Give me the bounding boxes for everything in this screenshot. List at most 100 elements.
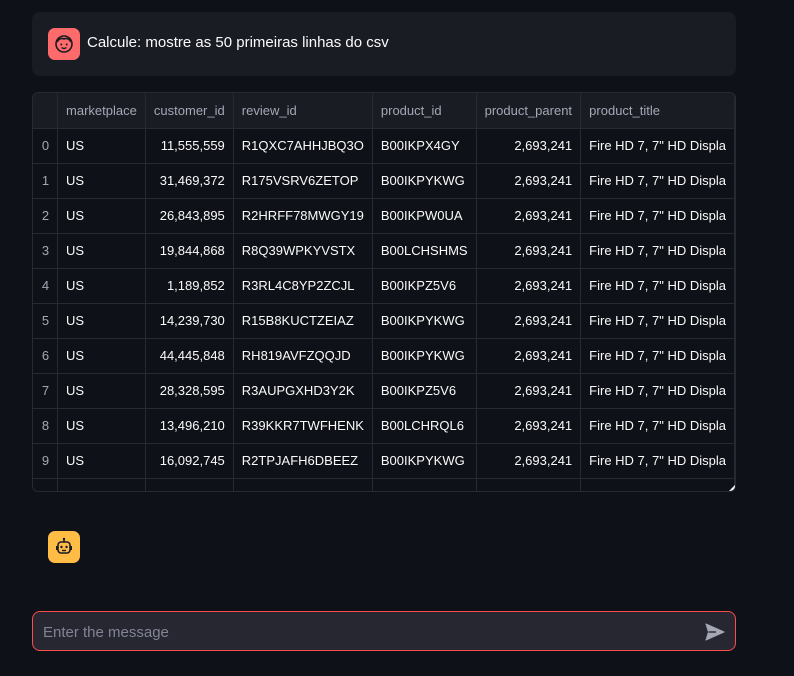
table-cell[interactable]: 28,328,595 [145,373,234,409]
table-cell[interactable]: B00IKPYKWG [372,303,477,339]
table-cell[interactable]: Fire HD 7, 7" HD Displa [580,233,735,269]
column-header-marketplace[interactable]: marketplace [57,93,146,129]
table-cell[interactable]: B00LCHRQL6 [372,408,477,444]
column-header-product-id[interactable]: product_id [372,93,477,129]
table-cell[interactable]: 2,693,241 [476,198,582,234]
table-cell [57,478,146,491]
table-cell[interactable]: 13,496,210 [145,408,234,444]
table-cell[interactable]: Fire HD 7, 7" HD Displa [580,163,735,199]
table-row: 5 US 14,239,730 R15B8KUCTZEIAZ B00IKPYKWG 2,6… [33,303,735,339]
chat-input-container [32,611,736,652]
table-cell[interactable]: 31,469,372 [145,163,234,199]
table-cell[interactable]: 2,693,241 [476,233,582,269]
table-cell[interactable]: R8Q39WPKYVSTX [233,233,373,269]
table-cell[interactable]: Fire HD 7, 7" HD Displa [580,303,735,339]
table-cell[interactable]: 2,693,241 [476,408,582,444]
table-cell[interactable]: 26,843,895 [145,198,234,234]
column-header-customer-id[interactable]: customer_id [145,93,234,129]
table-row: 8 US 13,496,210 R39KKR7TWFHENK B00LCHRQL6 2,6… [33,408,735,444]
table-cell[interactable]: Fire HD 7, 7" HD Displa [580,373,735,409]
send-button[interactable] [705,622,725,642]
table-cell[interactable]: Fire HD 7, 7" HD Displa [580,128,735,164]
table-cell[interactable]: B00IKPZ5V6 [372,373,477,409]
table-cell[interactable]: R2TPJAFH6DBEEZ [233,443,373,479]
table-cell[interactable]: US [57,303,146,339]
chat-input[interactable] [41,612,685,652]
row-index-cell[interactable]: 1 [33,163,59,199]
table-cell[interactable]: 2,693,241 [476,303,582,339]
table-cell [476,478,582,491]
table-row: 0 US 11,555,559 R1QXC7AHHJBQ3O B00IKPX4GY 2,6… [33,128,735,164]
table-cell [372,478,477,491]
table-header-row: marketplace customer_id review_id product_i… [33,93,735,129]
user-avatar [48,28,80,60]
table-cell[interactable]: R39KKR7TWFHENK [233,408,373,444]
table-cell[interactable]: 2,693,241 [476,128,582,164]
table-cell[interactable]: 2,693,241 [476,163,582,199]
row-index-cell[interactable]: 3 [33,233,59,269]
table-cell [580,478,735,491]
table-cell[interactable]: 16,092,745 [145,443,234,479]
table-cell[interactable]: US [57,163,146,199]
table-cell[interactable]: 2,693,241 [476,443,582,479]
table-cell[interactable]: 2,693,241 [476,268,582,304]
index-header[interactable] [33,93,59,129]
row-index-cell[interactable]: 5 [33,303,59,339]
table-cell[interactable]: 1,189,852 [145,268,234,304]
table-cell[interactable]: RH819AVFZQQJD [233,338,373,374]
row-index-cell[interactable]: 9 [33,443,59,479]
table-cell[interactable]: 11,555,559 [145,128,234,164]
table-cell[interactable]: US [57,268,146,304]
table-cell[interactable]: R175VSRV6ZETOP [233,163,373,199]
table-cell[interactable]: 19,844,868 [145,233,234,269]
table-row: 7 US 28,328,595 R3AUPGXHD3Y2K B00IKPZ5V6 2,69… [33,373,735,409]
table-cell[interactable]: US [57,198,146,234]
table-cell[interactable]: 14,239,730 [145,303,234,339]
table-cell[interactable]: B00IKPW0UA [372,198,477,234]
table-cell[interactable]: R3RL4C8YP2ZCJL [233,268,373,304]
table-row: 1 US 31,469,372 R175VSRV6ZETOP B00IKPYKWG 2,6… [33,163,735,199]
table-cell[interactable]: US [57,128,146,164]
row-index-cell[interactable]: 4 [33,268,59,304]
table-cell[interactable]: B00IKPX4GY [372,128,477,164]
table-cell[interactable]: US [57,408,146,444]
assistant-avatar [48,531,80,563]
column-header-review-id[interactable]: review_id [233,93,373,129]
table-cell[interactable]: US [57,373,146,409]
column-header-product-title[interactable]: product_title [580,93,735,129]
table-cell[interactable]: 44,445,848 [145,338,234,374]
table-cell[interactable]: Fire HD 7, 7" HD Displa [580,443,735,479]
table-cell[interactable]: R2HRFF78MWGY19 [233,198,373,234]
table-cell [33,478,59,491]
table-cell[interactable]: US [57,443,146,479]
table-cell[interactable]: B00LCHSHMS [372,233,477,269]
table-row: 2 US 26,843,895 R2HRFF78MWGY19 B00IKPW0UA 2,6… [33,198,735,234]
table-cell[interactable]: US [57,338,146,374]
table-cell [145,478,234,491]
table-cell[interactable]: R1QXC7AHHJBQ3O [233,128,373,164]
row-index-cell[interactable]: 0 [33,128,59,164]
table-cell[interactable]: B00IKPYKWG [372,163,477,199]
table-cell[interactable]: 2,693,241 [476,338,582,374]
row-index-cell[interactable]: 2 [33,198,59,234]
row-index-cell[interactable]: 6 [33,338,59,374]
user-message-text: Calcule: mostre as 50 primeiras linhas d… [87,34,389,51]
table-cell[interactable]: Fire HD 7, 7" HD Displa [580,338,735,374]
table-cell[interactable]: Fire HD 7, 7" HD Displa [580,268,735,304]
table-cell[interactable]: B00IKPYKWG [372,338,477,374]
table-cell[interactable]: B00IKPZ5V6 [372,268,477,304]
dataframe-table[interactable]: marketplace customer_id review_id product_i… [32,92,736,492]
table-cell[interactable]: B00IKPYKWG [372,443,477,479]
user-chat-message: Calcule: mostre as 50 primeiras linhas d… [32,12,736,76]
table-cell[interactable]: 2,693,241 [476,373,582,409]
table-cell[interactable]: Fire HD 7, 7" HD Displa [580,408,735,444]
table-cell[interactable]: R15B8KUCTZEIAZ [233,303,373,339]
table-cell[interactable]: R3AUPGXHD3Y2K [233,373,373,409]
column-header-product-parent[interactable]: product_parent [476,93,582,129]
table-cell[interactable]: US [57,233,146,269]
table-row: 9 US 16,092,745 R2TPJAFH6DBEEZ B00IKPYKWG 2,6… [33,443,735,479]
table-cell[interactable]: Fire HD 7, 7" HD Displa [580,198,735,234]
row-index-cell[interactable]: 8 [33,408,59,444]
row-index-cell[interactable]: 7 [33,373,59,409]
table-row: 6 US 44,445,848 RH819AVFZQQJD B00IKPYKWG 2,69… [33,338,735,374]
